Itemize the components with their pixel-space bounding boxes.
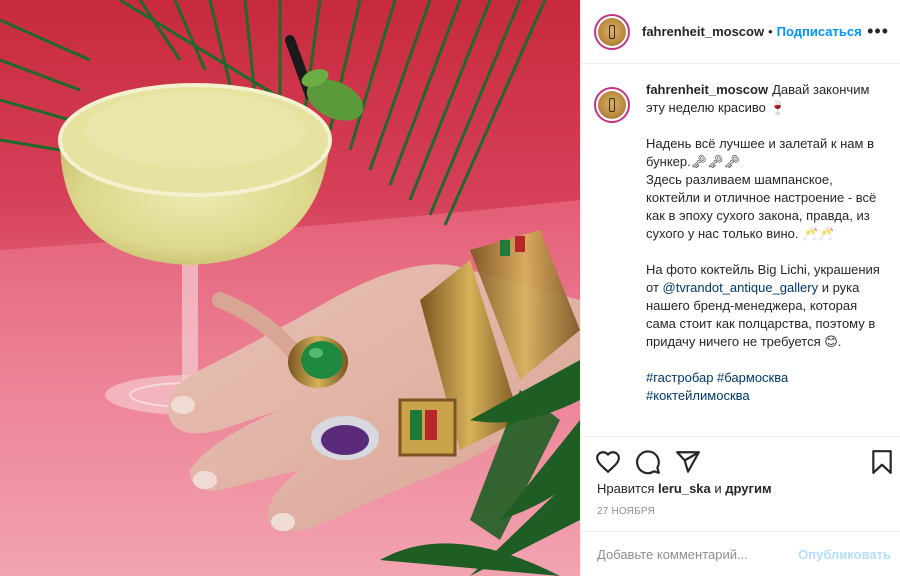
caption-paragraph-2: Надень всё лучшее и залетай к нам в бунк… xyxy=(646,136,877,241)
action-bar xyxy=(581,436,900,486)
caption: fahrenheit_moscow Давай закончим эту неде… xyxy=(594,81,885,423)
likes-conjunction: и xyxy=(714,481,722,496)
heart-icon[interactable] xyxy=(595,449,621,475)
share-icon[interactable] xyxy=(675,449,701,475)
hashtags[interactable]: #гастробар #бармосква #коктейлимосква xyxy=(646,369,880,405)
mention-link[interactable]: @tvrandot_antique_gallery xyxy=(663,280,819,295)
bookmark-icon[interactable] xyxy=(869,449,895,475)
caption-avatar[interactable] xyxy=(594,87,630,123)
post-date[interactable]: 27 НОЯБРЯ xyxy=(597,506,655,517)
likes-prefix: Нравится xyxy=(597,481,655,496)
liker-username[interactable]: leru_ska xyxy=(658,481,711,496)
comment-box: Опубликовать xyxy=(581,531,900,576)
caption-scroll-area[interactable]: fahrenheit_moscow Давай закончим эту неде… xyxy=(581,81,900,436)
header-separator: • xyxy=(768,24,773,39)
comment-input[interactable] xyxy=(597,546,787,562)
follow-button[interactable]: Подписаться xyxy=(777,24,862,39)
comment-icon[interactable] xyxy=(635,449,661,475)
caption-text: fahrenheit_moscow Давай закончим эту неде… xyxy=(646,81,880,423)
post-header: fahrenheit_moscow • Подписаться ••• xyxy=(581,0,900,64)
avatar[interactable] xyxy=(594,13,630,50)
post-side-panel: fahrenheit_moscow • Подписаться ••• fahr… xyxy=(580,0,900,576)
emerald-ring xyxy=(288,336,348,388)
bunker-logo-icon xyxy=(598,91,626,119)
publish-button[interactable]: Опубликовать xyxy=(798,547,891,562)
cocktail-photo-illustration xyxy=(0,0,580,576)
post-photo[interactable] xyxy=(0,0,580,576)
caption-username[interactable]: fahrenheit_moscow xyxy=(646,82,768,97)
caption-first-line: fahrenheit_moscow Давай закончим эту неде… xyxy=(646,81,880,117)
glass-stem xyxy=(182,260,198,390)
more-options-icon[interactable]: ••• xyxy=(867,22,889,40)
likes-others-link[interactable]: другим xyxy=(725,481,771,496)
likes-summary: Нравится leru_ska и другим xyxy=(597,481,772,496)
amethyst-ring xyxy=(311,416,379,460)
bunker-logo-icon xyxy=(598,17,626,46)
caption-paragraph-3: На фото коктейль Big Lichi, украшения от… xyxy=(646,261,880,351)
header-username[interactable]: fahrenheit_moscow xyxy=(642,24,764,39)
